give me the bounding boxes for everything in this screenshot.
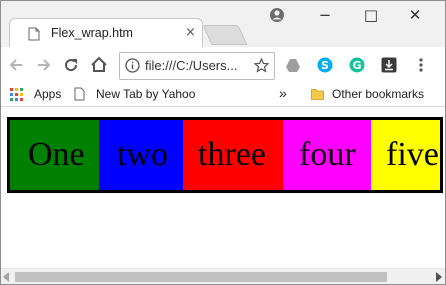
reload-icon[interactable] xyxy=(61,55,81,75)
bookmark-other-bookmarks[interactable]: Other bookmarks xyxy=(332,87,424,101)
browser-window: Flex_wrap.htm × − □ ✕ file:///C:/Users..… xyxy=(0,0,446,285)
scroll-right-arrow-icon[interactable] xyxy=(436,272,442,282)
tab-title: Flex_wrap.htm xyxy=(51,26,133,40)
forward-arrow-icon[interactable] xyxy=(33,55,53,75)
profile-icon[interactable] xyxy=(269,7,285,23)
page-content: One two three four five xyxy=(1,107,445,267)
flex-box-two: two xyxy=(99,120,183,190)
apps-grid-icon[interactable] xyxy=(10,88,23,101)
flex-container: One two three four five xyxy=(7,117,443,193)
new-tab-button[interactable] xyxy=(202,25,248,45)
flex-box-four: four xyxy=(283,120,371,190)
toolbar: file:///C:/Users... S G xyxy=(1,47,445,84)
scroll-left-arrow-icon[interactable] xyxy=(3,272,9,282)
info-icon[interactable] xyxy=(125,58,140,73)
grammarly-extension-icon[interactable]: G xyxy=(349,57,365,73)
bookmark-star-icon[interactable] xyxy=(254,58,269,73)
tab-strip: Flex_wrap.htm × − □ ✕ xyxy=(1,1,445,48)
bookmarks-bar: Apps New Tab by Yahoo » Other bookmarks xyxy=(1,83,445,107)
document-icon xyxy=(28,27,40,41)
folder-icon xyxy=(311,89,324,100)
address-bar[interactable]: file:///C:/Users... xyxy=(119,52,275,80)
drive-extension-icon[interactable] xyxy=(285,57,301,73)
back-arrow-icon[interactable] xyxy=(7,55,27,75)
svg-text:G: G xyxy=(352,59,361,72)
scrollbar-thumb[interactable] xyxy=(15,272,387,282)
bookmark-new-tab-yahoo[interactable]: New Tab by Yahoo xyxy=(96,87,195,101)
flex-box-three: three xyxy=(183,120,283,190)
tab-close-icon[interactable]: × xyxy=(185,25,196,40)
home-icon[interactable] xyxy=(89,55,109,75)
svg-text:S: S xyxy=(321,59,329,72)
close-window-button[interactable]: ✕ xyxy=(405,5,425,25)
skype-extension-icon[interactable]: S xyxy=(317,57,333,73)
url-text: file:///C:/Users... xyxy=(145,58,238,73)
flex-box-five: five xyxy=(371,120,440,190)
download-extension-icon[interactable] xyxy=(381,57,397,73)
menu-kebab-icon[interactable] xyxy=(415,57,427,73)
minimize-button[interactable]: − xyxy=(315,5,335,25)
maximize-button[interactable]: □ xyxy=(361,5,381,25)
page-icon xyxy=(74,87,85,101)
horizontal-scrollbar[interactable] xyxy=(1,268,445,284)
bookmark-apps[interactable]: Apps xyxy=(34,87,61,101)
flex-box-one: One xyxy=(10,120,99,190)
bookmarks-overflow-chevron[interactable]: » xyxy=(279,85,287,101)
tab-flex-wrap[interactable]: Flex_wrap.htm × xyxy=(9,18,203,48)
